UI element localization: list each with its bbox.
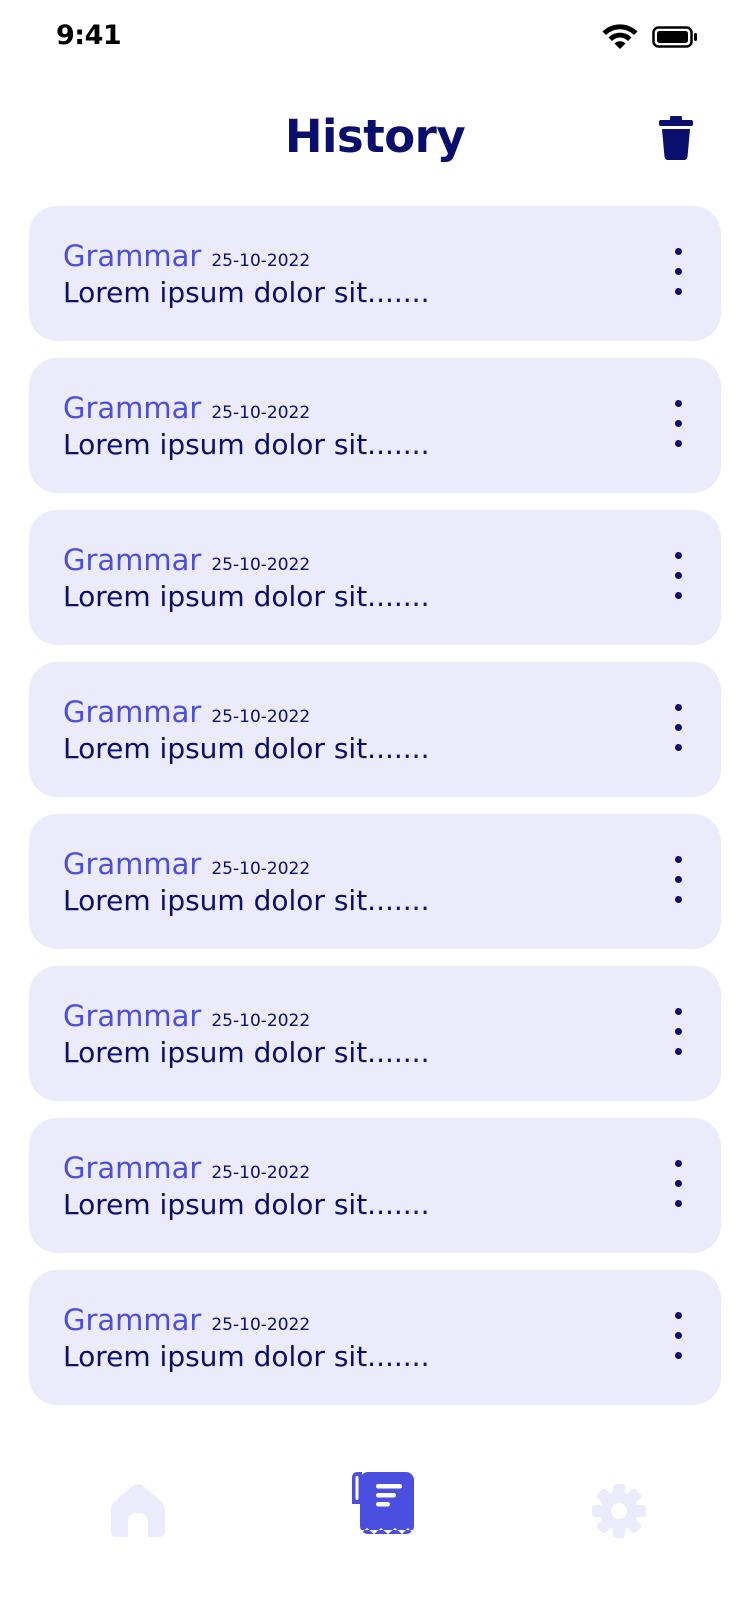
card-date: 25-10-2022 (211, 555, 311, 575)
card-title: Grammar (63, 695, 202, 729)
card-title: Grammar (63, 1151, 202, 1185)
more-options-button[interactable] (667, 704, 691, 754)
card-date: 25-10-2022 (211, 403, 311, 423)
more-options-button[interactable] (667, 1160, 691, 1210)
card-text: Lorem ipsum dolor sit....... (63, 1036, 430, 1069)
card-date: 25-10-2022 (211, 1163, 311, 1183)
status-time: 9:41 (56, 20, 122, 51)
history-card[interactable]: Grammar 25-10-2022 Lorem ipsum dolor sit… (29, 510, 721, 645)
card-date: 25-10-2022 (211, 1315, 311, 1335)
history-card[interactable]: Grammar 25-10-2022 Lorem ipsum dolor sit… (29, 1270, 721, 1405)
history-card[interactable]: Grammar 25-10-2022 Lorem ipsum dolor sit… (29, 814, 721, 949)
tab-bar (0, 1460, 750, 1580)
history-card[interactable]: Grammar 25-10-2022 Lorem ipsum dolor sit… (29, 966, 721, 1101)
card-date: 25-10-2022 (211, 251, 311, 271)
card-text: Lorem ipsum dolor sit....... (63, 884, 430, 917)
wifi-icon (602, 24, 638, 54)
more-options-button[interactable] (667, 856, 691, 906)
card-text: Lorem ipsum dolor sit....... (63, 428, 430, 461)
home-icon (110, 1484, 166, 1542)
card-date: 25-10-2022 (211, 859, 311, 879)
clear-history-button[interactable] (658, 116, 694, 160)
battery-icon (652, 26, 698, 52)
card-date: 25-10-2022 (211, 1011, 311, 1031)
history-card[interactable]: Grammar 25-10-2022 Lorem ipsum dolor sit… (29, 662, 721, 797)
history-card[interactable]: Grammar 25-10-2022 Lorem ipsum dolor sit… (29, 1118, 721, 1253)
tab-history[interactable] (350, 1470, 416, 1540)
card-text: Lorem ipsum dolor sit....... (63, 1188, 430, 1221)
history-card[interactable]: Grammar 25-10-2022 Lorem ipsum dolor sit… (29, 358, 721, 493)
more-options-button[interactable] (667, 552, 691, 602)
card-title: Grammar (63, 847, 202, 881)
card-title: Grammar (63, 239, 202, 273)
more-options-button[interactable] (667, 248, 691, 298)
history-list: Grammar 25-10-2022 Lorem ipsum dolor sit… (29, 206, 721, 1422)
card-title: Grammar (63, 999, 202, 1033)
card-title: Grammar (63, 391, 202, 425)
card-title: Grammar (63, 1303, 202, 1337)
card-text: Lorem ipsum dolor sit....... (63, 732, 430, 765)
status-icons (602, 24, 698, 54)
card-text: Lorem ipsum dolor sit....... (63, 276, 430, 309)
history-card[interactable]: Grammar 25-10-2022 Lorem ipsum dolor sit… (29, 206, 721, 341)
tab-home[interactable] (110, 1482, 166, 1542)
header: History (0, 100, 750, 180)
status-bar: 9:41 (0, 0, 750, 80)
more-options-button[interactable] (667, 400, 691, 450)
gear-icon (592, 1484, 646, 1542)
card-date: 25-10-2022 (211, 707, 311, 727)
card-text: Lorem ipsum dolor sit....... (63, 1340, 430, 1373)
card-title: Grammar (63, 543, 202, 577)
more-options-button[interactable] (667, 1312, 691, 1362)
tab-settings[interactable] (592, 1484, 646, 1542)
trash-icon (658, 116, 694, 164)
page-title: History (284, 110, 466, 163)
card-text: Lorem ipsum dolor sit....... (63, 580, 430, 613)
history-icon (350, 1472, 416, 1540)
more-options-button[interactable] (667, 1008, 691, 1058)
